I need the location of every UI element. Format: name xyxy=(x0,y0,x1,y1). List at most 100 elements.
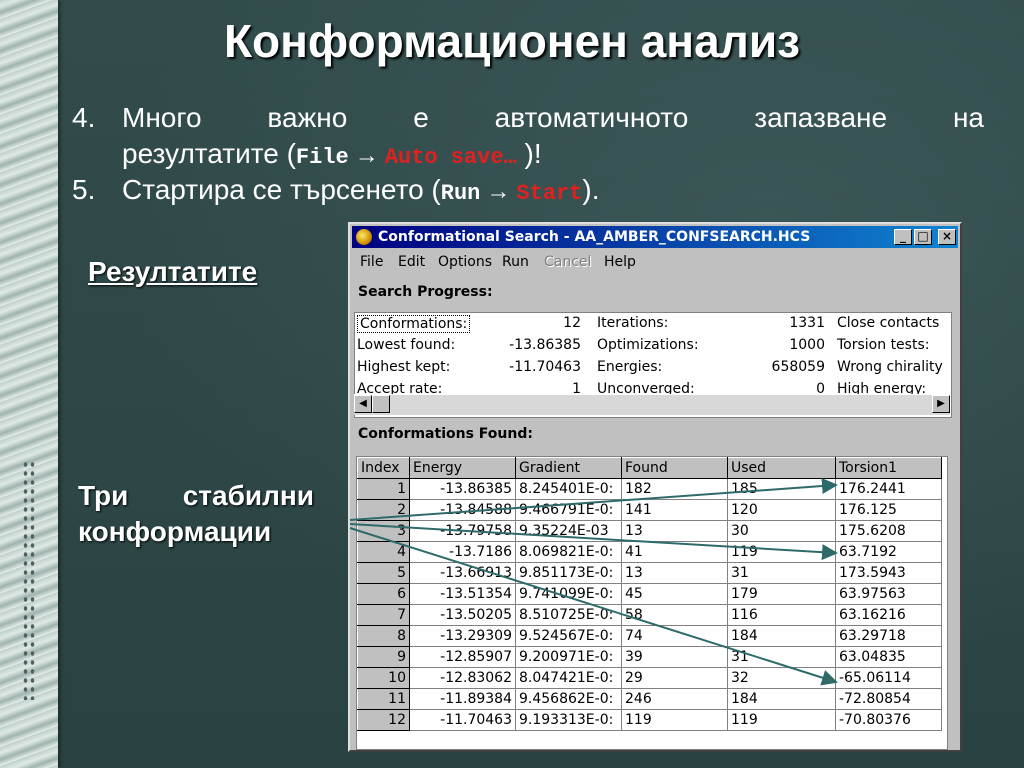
column-header[interactable]: Found xyxy=(621,457,728,479)
table-row[interactable]: 7 -13.50205 8.510725E-0: 58 116 63.16216 xyxy=(357,604,942,626)
table-cell: 45 xyxy=(621,583,728,605)
column-header[interactable]: Energy xyxy=(409,457,516,479)
three-stable-conformations-label: Три стабилни конформации xyxy=(78,478,314,550)
column-header[interactable]: Gradient xyxy=(515,457,622,479)
maximize-button[interactable]: □ xyxy=(914,229,932,245)
scroll-left-icon[interactable]: ◀ xyxy=(354,395,372,413)
progress-label: Close contacts xyxy=(837,315,940,331)
column-header[interactable]: Index xyxy=(357,457,410,479)
progress-value: 1000 xyxy=(789,337,825,353)
table-cell: 6 xyxy=(357,583,410,605)
table-cell: 63.7192 xyxy=(835,541,942,563)
table-row[interactable]: 6 -13.51354 9.741099E-0: 45 179 63.97563 xyxy=(357,583,942,605)
label-word-3: конформации xyxy=(78,516,272,547)
table-row[interactable]: 4 -13.7186 8.069821E-0: 41 119 63.7192 xyxy=(357,541,942,563)
item-4-end: )! xyxy=(524,138,542,169)
progress-label[interactable]: Conformations: xyxy=(357,315,471,333)
progress-value: 12 xyxy=(563,315,581,331)
table-cell: 176.2441 xyxy=(835,478,942,500)
menu-options[interactable]: Options xyxy=(438,254,492,270)
menu-run[interactable]: Run xyxy=(502,254,529,270)
progress-value: 1331 xyxy=(789,315,825,331)
table-row[interactable]: 3 -13.79758 9.35224E-03 13 30 175.6208 xyxy=(357,520,942,542)
close-button[interactable]: × xyxy=(938,229,956,245)
item-4-line-2: резултатите (File → Auto save… )! xyxy=(122,136,984,176)
table-cell: 9.466791E-0: xyxy=(515,499,622,521)
table-cell: 116 xyxy=(727,604,836,626)
progress-label: Iterations: xyxy=(597,315,669,331)
window-titlebar[interactable]: Conformational Search - AA_AMBER_CONFSEA… xyxy=(352,226,958,248)
table-cell: 31 xyxy=(727,646,836,668)
column-header[interactable]: Torsion1 xyxy=(835,457,942,479)
progress-label: Wrong chirality xyxy=(837,359,943,375)
table-cell: 8.245401E-0: xyxy=(515,478,622,500)
table-cell: -11.89384 xyxy=(409,688,516,710)
table-cell: 58 xyxy=(621,604,728,626)
slide-title: Конформационен анализ xyxy=(223,15,801,67)
item-number: 4. xyxy=(72,102,96,133)
table-cell: 29 xyxy=(621,667,728,689)
item-5-end: ). xyxy=(582,174,600,205)
table-cell: 4 xyxy=(357,541,410,563)
auto-save-command-ref: Auto save… xyxy=(384,145,517,170)
table-row[interactable]: 5 -13.66913 9.851173E-0: 13 31 173.5943 xyxy=(357,562,942,584)
table-cell: -65.06114 xyxy=(835,667,942,689)
table-cell: 30 xyxy=(727,520,836,542)
arrow-icon: → xyxy=(354,142,379,169)
table-cell: 12 xyxy=(357,709,410,731)
table-cell: -72.80854 xyxy=(835,688,942,710)
arrow-icon: → xyxy=(486,178,511,205)
table-cell: -13.79758 xyxy=(409,520,516,542)
minimize-button[interactable]: _ xyxy=(894,229,912,245)
table-cell: 41 xyxy=(621,541,728,563)
horizontal-scrollbar[interactable]: ◀ ▶ xyxy=(354,394,950,415)
table-header-row: Index Energy Gradient Found Used Torsion… xyxy=(357,457,942,479)
menu-help[interactable]: Help xyxy=(604,254,636,270)
table-cell: 8.069821E-0: xyxy=(515,541,622,563)
table-row[interactable]: 2 -13.84588 9.466791E-0: 141 120 176.125 xyxy=(357,499,942,521)
table-cell: 182 xyxy=(621,478,728,500)
table-cell: 13 xyxy=(621,562,728,584)
table-row[interactable]: 12 -11.70463 9.193313E-0: 119 119 -70.80376 xyxy=(357,709,942,731)
conformations-found-label: Conformations Found: xyxy=(358,426,533,442)
item-5-line: Стартира се търсенето (Run → Start). xyxy=(122,172,984,212)
scroll-right-icon[interactable]: ▶ xyxy=(932,395,950,413)
start-command-ref: Start xyxy=(516,181,583,206)
table-row[interactable]: 10 -12.83062 8.047421E-0: 29 32 -65.06114 xyxy=(357,667,942,689)
decorative-dots xyxy=(22,460,36,700)
table-cell: 179 xyxy=(727,583,836,605)
table-cell: 39 xyxy=(621,646,728,668)
table-row[interactable]: 9 -12.85907 9.200971E-0: 39 31 63.04835 xyxy=(357,646,942,668)
table-cell: -13.50205 xyxy=(409,604,516,626)
table-cell: 141 xyxy=(621,499,728,521)
progress-value: -11.70463 xyxy=(509,359,581,375)
item-4-text: резултатите ( xyxy=(122,138,296,169)
decorative-map-strip xyxy=(0,0,58,768)
label-word-1: Три xyxy=(78,480,129,511)
table-row[interactable]: 1 -13.86385 8.245401E-0: 182 185 176.2441 xyxy=(357,478,942,500)
table-row[interactable]: 11 -11.89384 9.456862E-0: 246 184 -72.80854 xyxy=(357,688,942,710)
table-cell: 9.35224E-03 xyxy=(515,520,622,542)
table-cell: 184 xyxy=(727,625,836,647)
item-number: 5. xyxy=(72,174,96,205)
menu-edit[interactable]: Edit xyxy=(398,254,425,270)
table-cell: 63.97563 xyxy=(835,583,942,605)
app-icon xyxy=(356,229,372,245)
table-cell: 9.456862E-0: xyxy=(515,688,622,710)
table-cell: 246 xyxy=(621,688,728,710)
progress-label: Lowest found: xyxy=(357,337,456,353)
menu-file[interactable]: File xyxy=(360,254,383,270)
table-row[interactable]: 8 -13.29309 9.524567E-0: 74 184 63.29718 xyxy=(357,625,942,647)
table-cell: 1 xyxy=(357,478,410,500)
scroll-thumb[interactable] xyxy=(372,395,390,413)
column-header[interactable]: Used xyxy=(727,457,836,479)
table-cell: 9 xyxy=(357,646,410,668)
table-cell: -13.84588 xyxy=(409,499,516,521)
table-cell: 9.200971E-0: xyxy=(515,646,622,668)
menu-cancel: Cancel xyxy=(544,254,592,270)
table-cell: 119 xyxy=(727,541,836,563)
progress-label: Optimizations: xyxy=(597,337,699,353)
table-cell: 185 xyxy=(727,478,836,500)
progress-label: Highest kept: xyxy=(357,359,451,375)
table-cell: -12.83062 xyxy=(409,667,516,689)
